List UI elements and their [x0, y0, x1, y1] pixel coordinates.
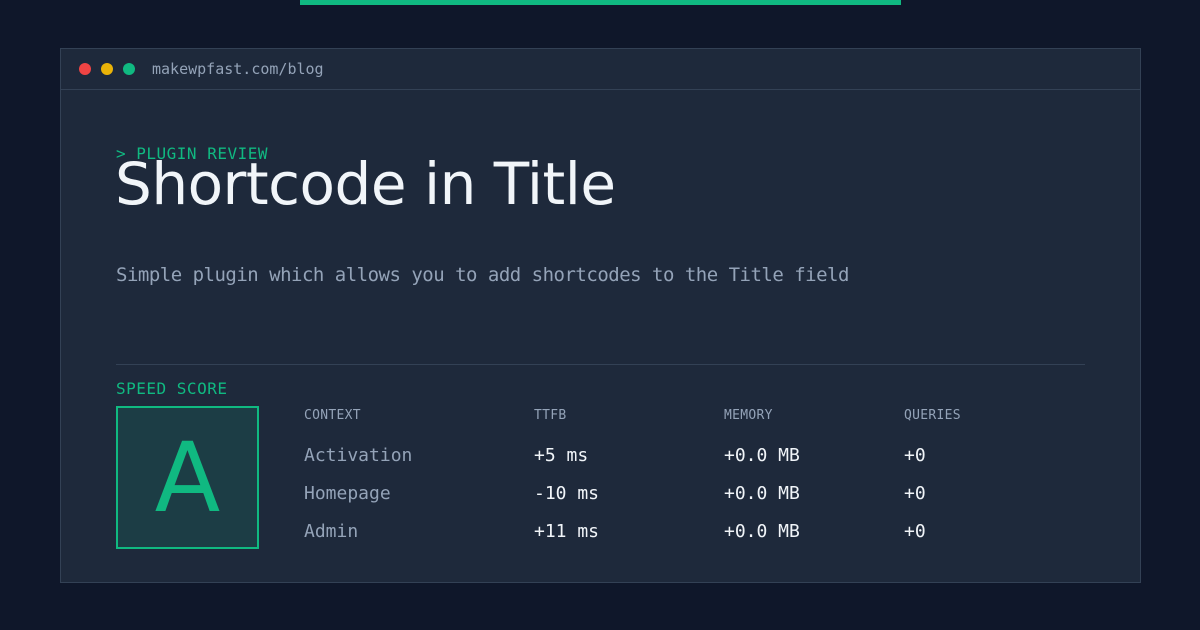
queries-cell: +0 [904, 445, 926, 466]
table-row: Admin +11 ms +0.0 MB +0 [304, 520, 1104, 544]
window-titlebar: makewpfast.com/blog [61, 49, 1140, 90]
article-title: Shortcode in Title [115, 150, 616, 218]
maximize-window-dot[interactable] [123, 63, 135, 75]
table-row: Activation +5 ms +0.0 MB +0 [304, 444, 1104, 468]
minimize-window-dot[interactable] [101, 63, 113, 75]
metrics-table: CONTEXT TTFB MEMORY QUERIES Activation +… [304, 401, 1104, 551]
speed-score-label: SPEED SCORE [116, 379, 228, 398]
memory-cell: +0.0 MB [724, 521, 800, 542]
close-window-dot[interactable] [79, 63, 91, 75]
memory-cell: +0.0 MB [724, 483, 800, 504]
column-header-ttfb: TTFB [534, 408, 567, 423]
ttfb-cell: -10 ms [534, 483, 600, 504]
column-header-queries: QUERIES [904, 408, 961, 423]
column-header-memory: MEMORY [724, 408, 773, 423]
column-header-context: CONTEXT [304, 408, 361, 423]
speed-grade-letter: A [154, 421, 221, 534]
ttfb-cell: +5 ms [534, 445, 589, 466]
browser-window: makewpfast.com/blog > PLUGIN REVIEW Shor… [60, 48, 1141, 583]
memory-cell: +0.0 MB [724, 445, 800, 466]
speed-grade-badge: A [116, 406, 259, 549]
table-row: Homepage -10 ms +0.0 MB +0 [304, 482, 1104, 506]
context-cell: Homepage [304, 483, 391, 504]
queries-cell: +0 [904, 483, 926, 504]
ttfb-cell: +11 ms [534, 521, 600, 542]
url-text: makewpfast.com/blog [152, 60, 324, 78]
section-divider [116, 364, 1085, 365]
context-cell: Admin [304, 521, 359, 542]
top-accent-bar [300, 0, 901, 5]
queries-cell: +0 [904, 521, 926, 542]
context-cell: Activation [304, 445, 413, 466]
article-subtitle: Simple plugin which allows you to add sh… [116, 264, 849, 286]
